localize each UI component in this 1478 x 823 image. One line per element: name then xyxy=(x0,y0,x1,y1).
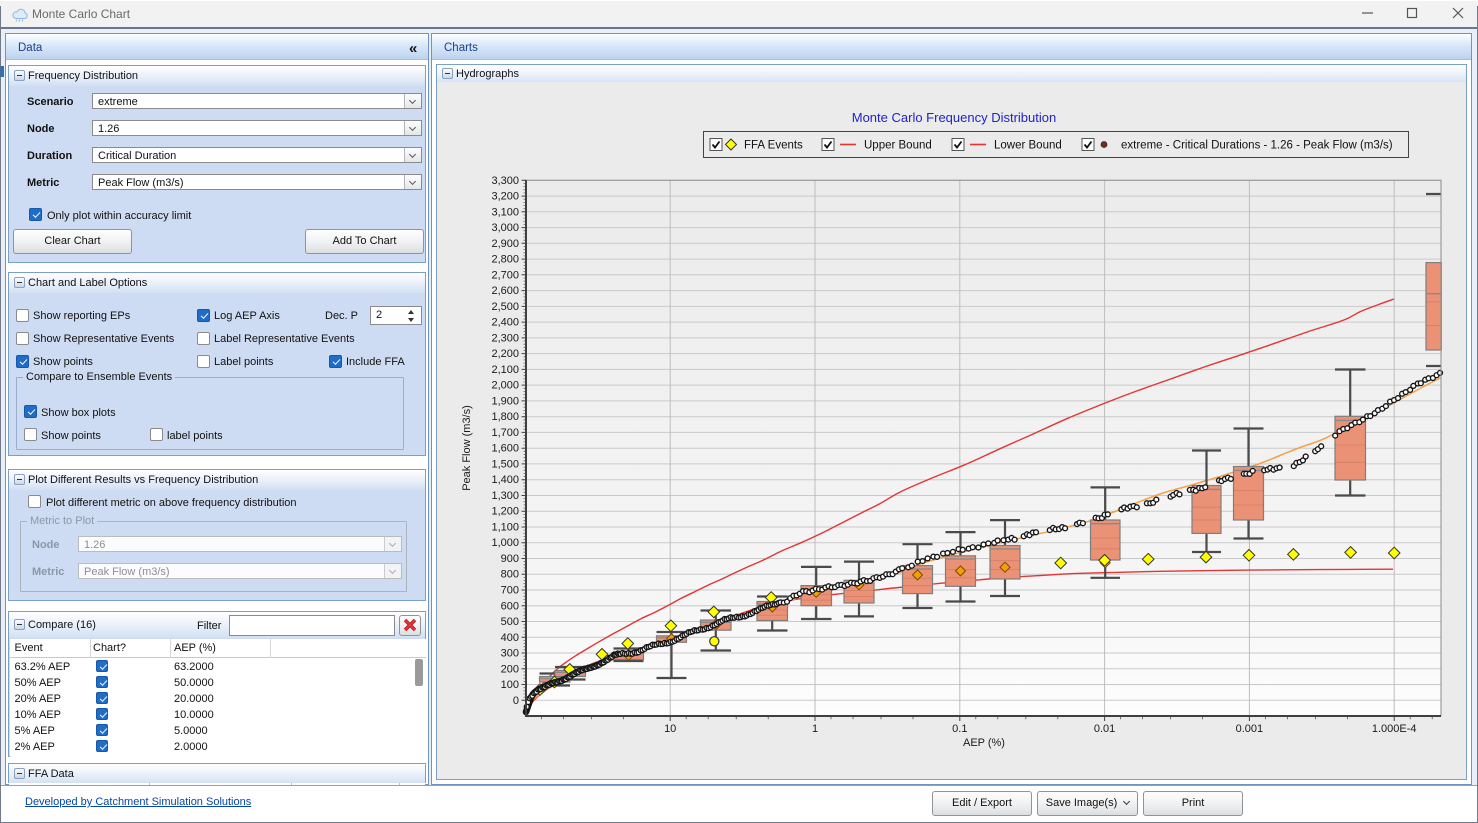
svg-text:2,200: 2,200 xyxy=(491,348,519,360)
svg-text:1,200: 1,200 xyxy=(491,506,519,518)
svg-text:2,600: 2,600 xyxy=(491,285,519,297)
svg-text:2,900: 2,900 xyxy=(491,238,519,250)
svg-text:3,200: 3,200 xyxy=(491,191,519,203)
svg-text:2,400: 2,400 xyxy=(491,317,519,329)
svg-text:Peak Flow (m3/s): Peak Flow (m3/s) xyxy=(461,405,473,491)
svg-text:FFA Events: FFA Events xyxy=(744,140,803,152)
svg-text:600: 600 xyxy=(501,600,519,612)
svg-text:1,700: 1,700 xyxy=(491,427,519,439)
svg-text:1,600: 1,600 xyxy=(491,443,519,455)
svg-text:Monte Carlo Frequency Distribu: Monte Carlo Frequency Distribution xyxy=(852,110,1056,125)
svg-text:0.001: 0.001 xyxy=(1236,723,1264,735)
svg-text:1,400: 1,400 xyxy=(491,474,519,486)
svg-text:3,300: 3,300 xyxy=(491,175,519,187)
svg-text:Lower Bound: Lower Bound xyxy=(994,140,1062,152)
svg-text:Upper Bound: Upper Bound xyxy=(864,140,932,152)
svg-text:10: 10 xyxy=(664,723,676,735)
svg-text:100: 100 xyxy=(501,679,519,691)
svg-text:1.000E-4: 1.000E-4 xyxy=(1372,723,1417,735)
svg-text:1,900: 1,900 xyxy=(491,395,519,407)
svg-text:2,700: 2,700 xyxy=(491,269,519,281)
svg-text:1: 1 xyxy=(812,723,818,735)
svg-text:200: 200 xyxy=(501,663,519,675)
svg-text:1,500: 1,500 xyxy=(491,458,519,470)
svg-text:3,100: 3,100 xyxy=(491,206,519,218)
svg-text:1,100: 1,100 xyxy=(491,522,519,534)
svg-text:700: 700 xyxy=(501,585,519,597)
svg-text:0.01: 0.01 xyxy=(1094,723,1115,735)
svg-text:900: 900 xyxy=(501,553,519,565)
svg-text:3,000: 3,000 xyxy=(491,222,519,234)
svg-text:400: 400 xyxy=(501,632,519,644)
svg-text:2,100: 2,100 xyxy=(491,364,519,376)
svg-text:500: 500 xyxy=(501,616,519,628)
svg-text:2,500: 2,500 xyxy=(491,301,519,313)
svg-text:0.1: 0.1 xyxy=(952,723,967,735)
svg-text:300: 300 xyxy=(501,648,519,660)
svg-text:2,300: 2,300 xyxy=(491,332,519,344)
svg-text:2,000: 2,000 xyxy=(491,380,519,392)
svg-text:800: 800 xyxy=(501,569,519,581)
svg-text:1,800: 1,800 xyxy=(491,411,519,423)
svg-text:extreme - Critical Durations -: extreme - Critical Durations - 1.26 - Pe… xyxy=(1121,140,1393,152)
svg-text:2,800: 2,800 xyxy=(491,254,519,266)
svg-text:AEP (%): AEP (%) xyxy=(963,737,1005,749)
svg-text:1,000: 1,000 xyxy=(491,537,519,549)
svg-text:0: 0 xyxy=(513,695,519,707)
svg-text:1,300: 1,300 xyxy=(491,490,519,502)
